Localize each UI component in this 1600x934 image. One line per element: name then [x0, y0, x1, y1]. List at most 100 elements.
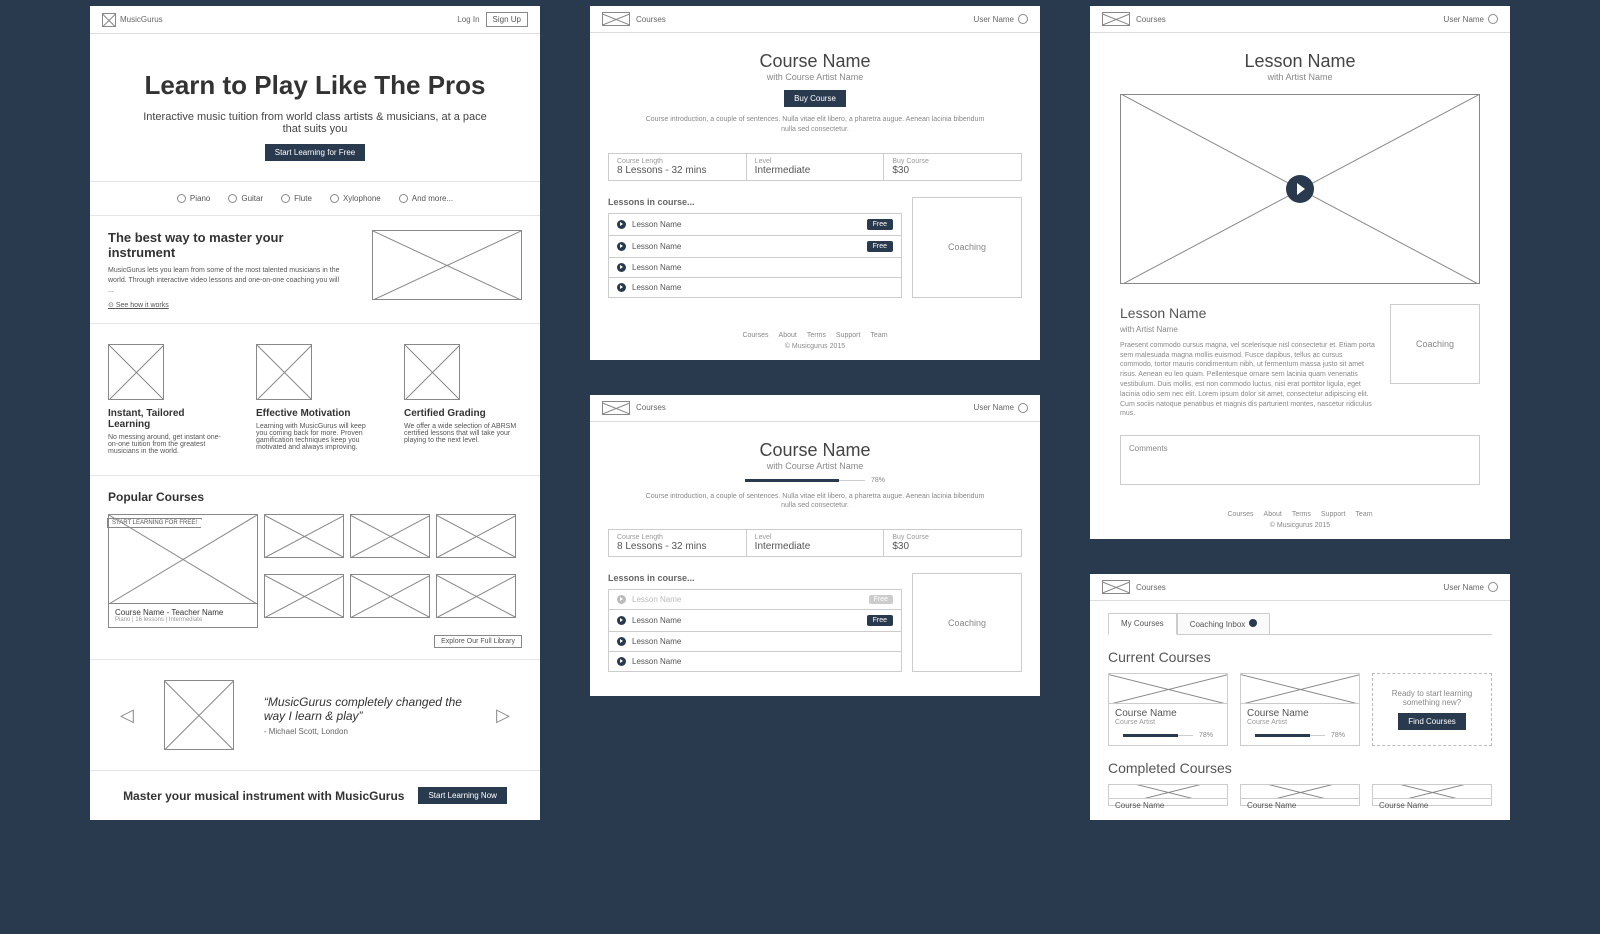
user-name[interactable]: User Name [1444, 583, 1484, 592]
user-avatar-icon[interactable] [1018, 403, 1028, 413]
footer-link[interactable]: Courses [1227, 511, 1253, 518]
nav-courses[interactable]: Courses [1136, 583, 1166, 592]
user-avatar-icon[interactable] [1018, 14, 1028, 24]
hero-cta-button[interactable]: Start Learning for Free [265, 144, 365, 161]
footer-link[interactable]: Support [836, 332, 861, 339]
feature-image [108, 344, 164, 400]
footer-link[interactable]: Team [1355, 511, 1372, 518]
lesson-row[interactable]: Lesson NameFree [608, 610, 902, 632]
feature-image [256, 344, 312, 400]
lessons-heading: Lessons in course... [608, 573, 902, 583]
footer-link[interactable]: Courses [742, 332, 768, 339]
play-button-icon[interactable] [1286, 175, 1314, 203]
course-thumb[interactable] [436, 574, 516, 618]
footer-link[interactable]: Terms [807, 332, 826, 339]
course-thumb[interactable] [350, 514, 430, 558]
intro-link[interactable]: ⊙ See how it works [108, 301, 342, 309]
user-name[interactable]: User Name [974, 403, 1014, 412]
play-icon [617, 263, 626, 272]
comments-box[interactable]: Comments [1120, 435, 1480, 485]
free-badge: Free [867, 241, 893, 252]
logo-icon [602, 401, 630, 415]
footer-link[interactable]: About [779, 332, 797, 339]
radio-flute[interactable]: Flute [281, 194, 312, 203]
promo-card: Ready to start learning something new?Fi… [1372, 673, 1492, 746]
instrument-filter: Piano Guitar Flute Xylophone And more... [90, 181, 540, 215]
lesson-row[interactable]: Lesson NameFree [608, 213, 902, 236]
lesson-row[interactable]: Lesson NameFree [608, 236, 902, 258]
next-arrow-icon[interactable]: ▷ [496, 705, 510, 726]
course-card[interactable]: Course NameCourse Artist78% [1240, 673, 1360, 746]
homepage: MusicGurus Log In Sign Up Learn to Play … [90, 6, 540, 820]
tabs: My Courses Coaching Inbox [1108, 613, 1492, 635]
user-avatar-icon[interactable] [1488, 14, 1498, 24]
course-desc: Course introduction, a couple of sentenc… [620, 115, 1010, 135]
lessons-heading: Lessons in course... [608, 197, 902, 207]
play-icon [617, 220, 626, 229]
tab-my-courses[interactable]: My Courses [1108, 613, 1177, 635]
user-name[interactable]: User Name [1444, 15, 1484, 24]
course-meta: Piano | 16 lessons | Intermediate [115, 617, 251, 623]
coaching-panel[interactable]: Coaching [1390, 304, 1480, 384]
footer-link[interactable]: Support [1321, 511, 1346, 518]
explore-button[interactable]: Explore Our Full Library [434, 635, 522, 648]
nav-courses[interactable]: Courses [1136, 15, 1166, 24]
nav-courses[interactable]: Courses [636, 15, 666, 24]
play-icon [617, 242, 626, 251]
course-thumb[interactable] [264, 574, 344, 618]
cta-text: Master your musical instrument with Musi… [123, 789, 404, 803]
course-card[interactable]: Course NameCourse Artist78% [1108, 673, 1228, 746]
user-name[interactable]: User Name [974, 15, 1014, 24]
lesson-row[interactable]: Lesson Name [608, 632, 902, 652]
lesson-page: CoursesUser Name Lesson Name with Artist… [1090, 6, 1510, 539]
coaching-panel[interactable]: Coaching [912, 573, 1022, 672]
current-heading: Current Courses [1108, 649, 1492, 665]
course-card[interactable]: Course Name [1240, 784, 1360, 806]
login-link[interactable]: Log In [457, 15, 479, 24]
lesson-row[interactable]: Lesson NameFree [608, 589, 902, 610]
lesson-row[interactable]: Lesson Name [608, 278, 902, 298]
tab-coaching-inbox[interactable]: Coaching Inbox [1177, 613, 1271, 635]
completed-heading: Completed Courses [1108, 760, 1492, 776]
coaching-panel[interactable]: Coaching [912, 197, 1022, 298]
feature-text: We offer a wide selection of ABRSM certi… [404, 423, 522, 444]
lesson-row[interactable]: Lesson Name [608, 258, 902, 278]
lesson-body-artist: with Artist Name [1120, 324, 1376, 335]
cta-button[interactable]: Start Learning Now [418, 787, 506, 804]
brand: MusicGurus [120, 15, 163, 24]
intro-image [372, 230, 522, 300]
dashboard-page: Courses User Name My Courses Coaching Inb… [1090, 574, 1510, 820]
course-card[interactable]: Course Name [1372, 784, 1492, 806]
logo-icon [102, 13, 116, 27]
course-stats: Course Length8 Lessons - 32 mins LevelIn… [608, 529, 1022, 557]
course-desc: Course introduction, a couple of sentenc… [620, 492, 1010, 512]
course-name: Course Name - Teacher Name [115, 608, 251, 617]
radio-xylophone[interactable]: Xylophone [330, 194, 381, 203]
logo-icon [602, 12, 630, 26]
footer-link[interactable]: About [1264, 511, 1282, 518]
signup-button[interactable]: Sign Up [486, 12, 528, 27]
user-avatar-icon[interactable] [1488, 582, 1498, 592]
course-card[interactable]: Course Name [1108, 784, 1228, 806]
intro-heading: The best way to master your instrument [108, 230, 342, 260]
buy-course-button[interactable]: Buy Course [784, 90, 846, 107]
radio-more[interactable]: And more... [399, 194, 453, 203]
course-thumb[interactable] [264, 514, 344, 558]
lesson-row[interactable]: Lesson Name [608, 652, 902, 672]
footer-link[interactable]: Terms [1292, 511, 1311, 518]
video-player[interactable] [1120, 94, 1480, 284]
find-courses-button[interactable]: Find Courses [1398, 713, 1466, 730]
feature-title: Effective Motivation [256, 408, 374, 419]
course-thumb[interactable] [436, 514, 516, 558]
prev-arrow-icon[interactable]: ◁ [120, 705, 134, 726]
radio-guitar[interactable]: Guitar [228, 194, 263, 203]
course-page-progress: CoursesUser Name Course Name with Course… [590, 395, 1040, 697]
nav-courses[interactable]: Courses [636, 403, 666, 412]
radio-piano[interactable]: Piano [177, 194, 210, 203]
course-thumb[interactable] [350, 574, 430, 618]
footer-link[interactable]: Team [870, 332, 887, 339]
free-badge: Free [867, 219, 893, 230]
avatar [164, 680, 234, 750]
featured-course-card[interactable]: START LEARNING FOR FREE! Course Name - T… [108, 514, 258, 628]
feature-title: Instant, Tailored Learning [108, 408, 226, 430]
